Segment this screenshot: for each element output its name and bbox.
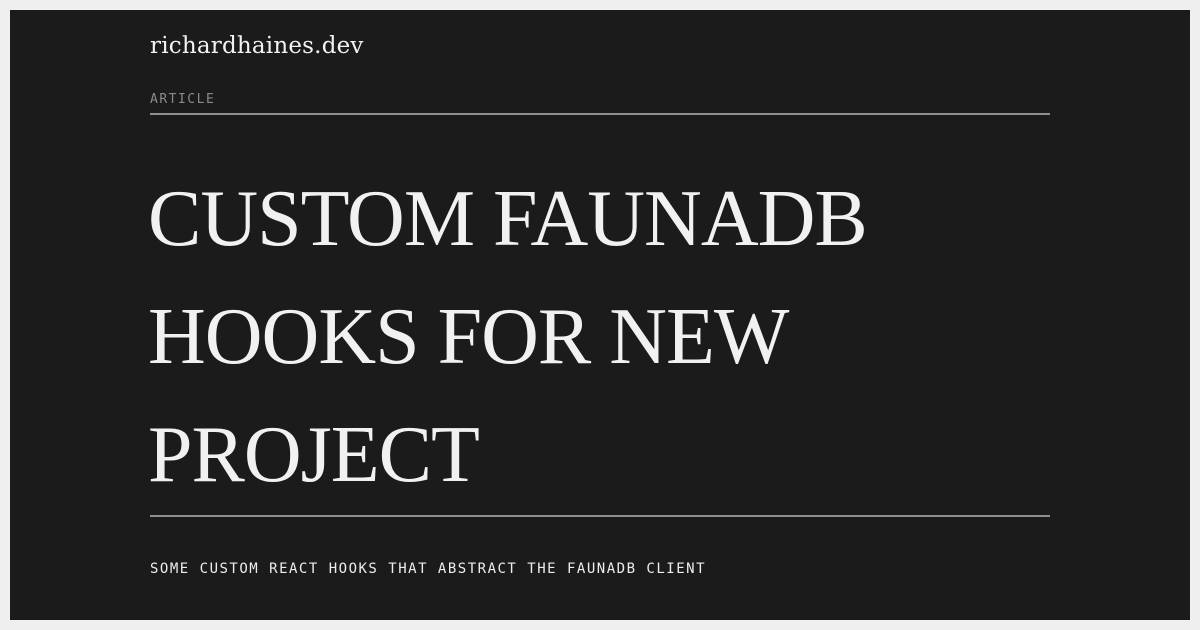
site-name[interactable]: richardhaines.dev bbox=[150, 30, 364, 62]
article-subtitle: SOME CUSTOM REACT HOOKS THAT ABSTRACT TH… bbox=[150, 561, 707, 577]
article-card: richardhaines.dev ARTICLE CUSTOM FAUNADB… bbox=[10, 10, 1190, 620]
bottom-divider bbox=[150, 515, 1050, 517]
article-title-line-2: HOOKS FOR NEW bbox=[148, 293, 789, 381]
article-title: CUSTOM FAUNADB HOOKS FOR NEW PROJECT bbox=[148, 160, 1048, 514]
top-divider bbox=[150, 113, 1050, 115]
article-title-line-1: CUSTOM FAUNADB bbox=[148, 175, 868, 263]
article-title-line-3: PROJECT bbox=[148, 411, 480, 499]
article-kicker: ARTICLE bbox=[150, 92, 216, 107]
